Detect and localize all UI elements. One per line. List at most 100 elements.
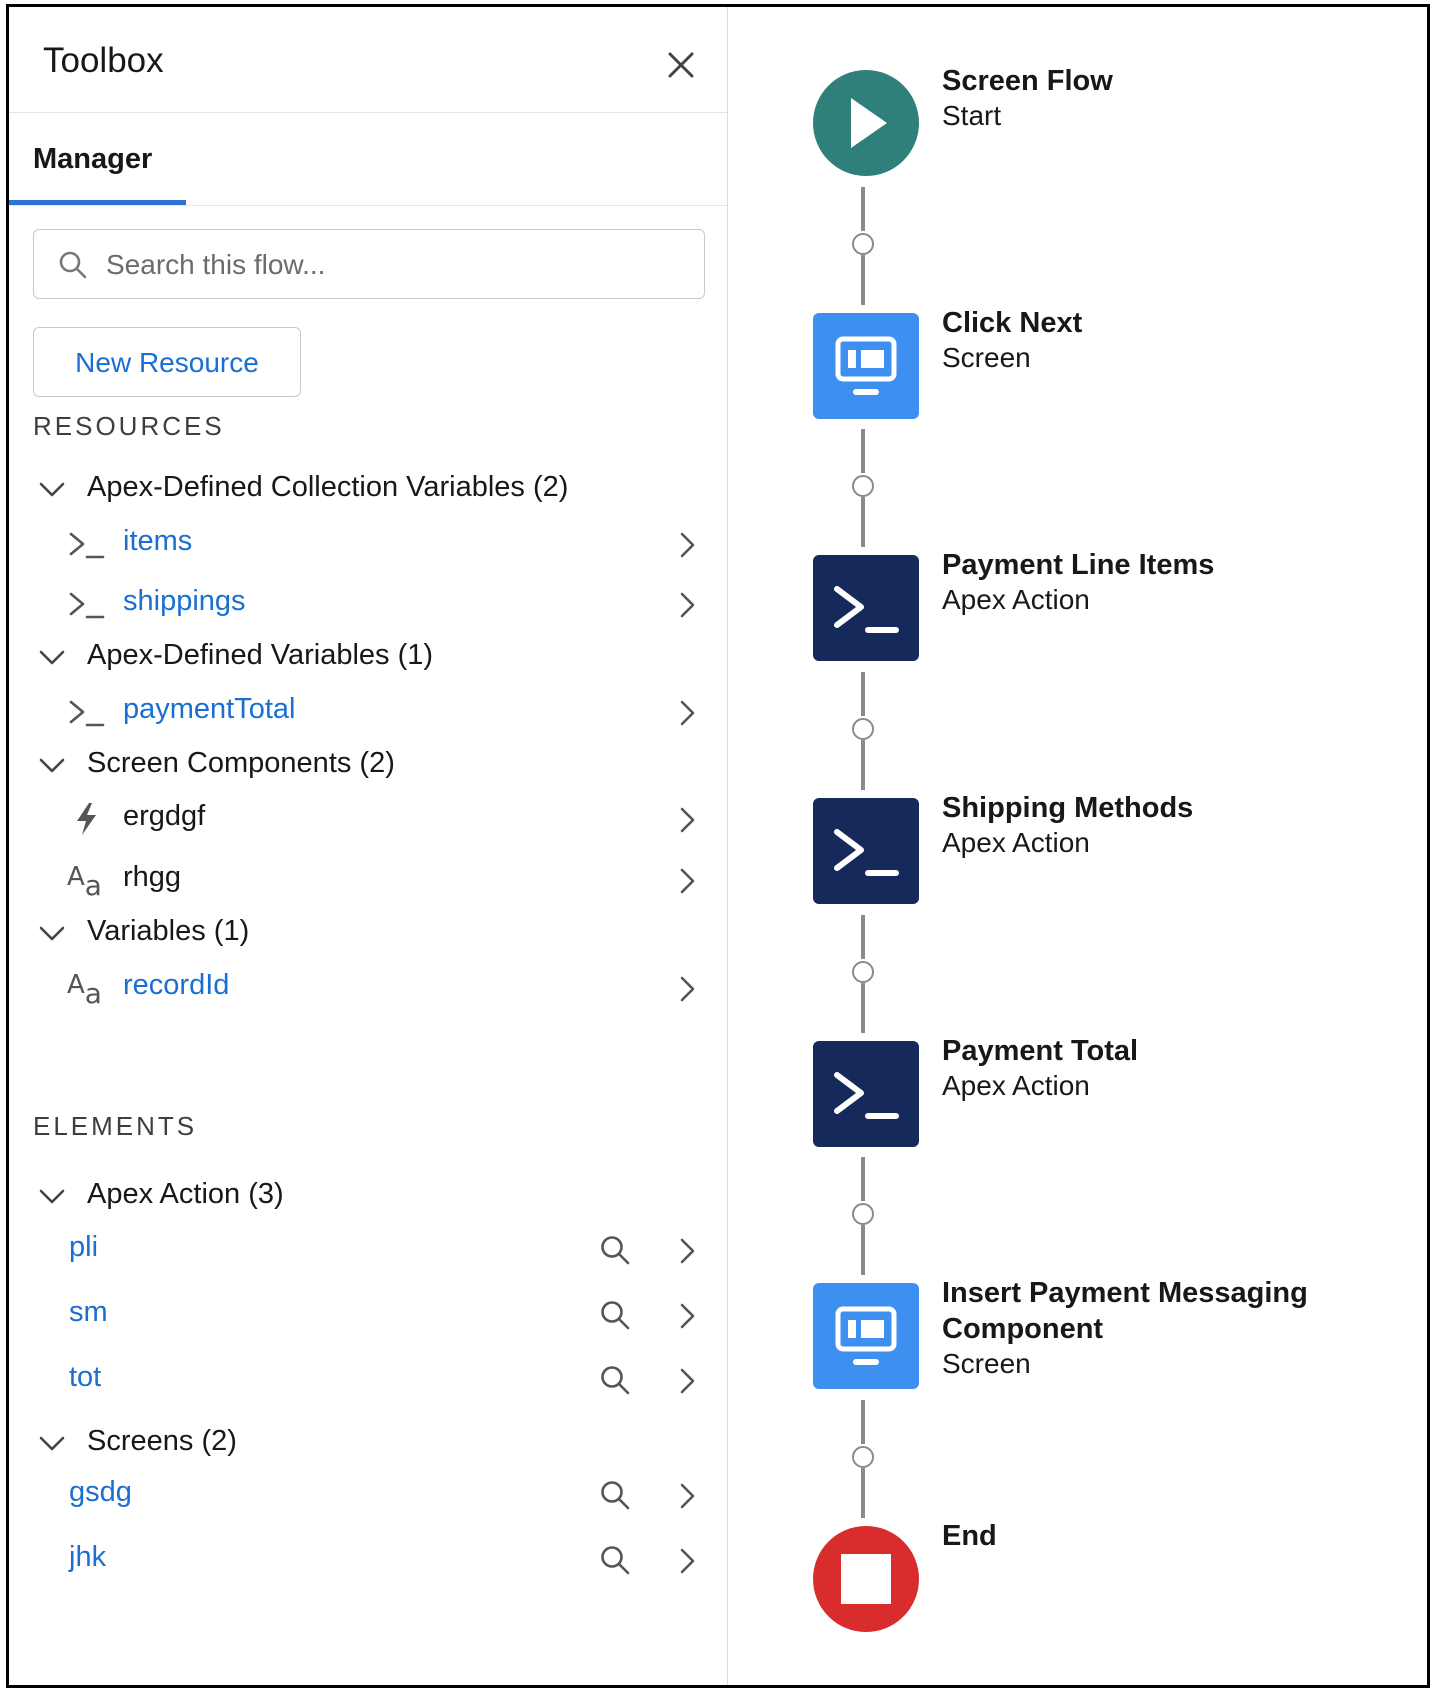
- add-element-connector[interactable]: [852, 718, 874, 740]
- screen-node-click-next[interactable]: [813, 313, 919, 419]
- resource-item-shippings[interactable]: shippings: [9, 574, 727, 634]
- element-group-screens[interactable]: Screens (2): [9, 1413, 727, 1473]
- element-item-label[interactable]: jhk: [69, 1541, 106, 1574]
- resource-group-screen-components[interactable]: Screen Components (2): [9, 735, 727, 795]
- search-icon[interactable]: [599, 1364, 631, 1396]
- chevron-right-icon[interactable]: [675, 1236, 699, 1266]
- element-item-pli[interactable]: pli: [9, 1220, 727, 1280]
- chevron-right-icon[interactable]: [675, 1366, 699, 1396]
- connector-line: [861, 740, 865, 790]
- apex-node-shipping-methods[interactable]: [813, 798, 919, 904]
- search-icon[interactable]: [599, 1479, 631, 1511]
- apex-node-payment-line-items[interactable]: [813, 555, 919, 661]
- text-aa-icon: Aa: [67, 970, 102, 1010]
- chevron-right-icon[interactable]: [675, 1301, 699, 1331]
- group-label: Apex-Defined Variables (1): [87, 639, 434, 671]
- tab-manager[interactable]: Manager: [9, 113, 186, 205]
- resource-item-recordid[interactable]: Aa recordId: [9, 958, 727, 1018]
- chevron-down-icon: [39, 1436, 65, 1451]
- chevron-right-icon[interactable]: [675, 590, 699, 620]
- new-resource-button[interactable]: New Resource: [33, 327, 301, 397]
- element-item-label[interactable]: pli: [69, 1231, 98, 1264]
- element-item-jhk[interactable]: jhk: [9, 1530, 727, 1590]
- end-node[interactable]: [813, 1526, 919, 1632]
- apex-node-text: Payment Total Apex Action: [942, 1033, 1382, 1103]
- chevron-right-icon[interactable]: [675, 1481, 699, 1511]
- resource-item-ergdgf[interactable]: ergdgf: [9, 789, 727, 849]
- chevron-down-icon: [39, 650, 65, 665]
- toolbox-title: Toolbox: [43, 41, 164, 80]
- resource-group-apex-variables[interactable]: Apex-Defined Variables (1): [9, 627, 727, 687]
- search-icon[interactable]: [599, 1544, 631, 1576]
- resource-item-label[interactable]: shippings: [123, 585, 246, 618]
- element-item-label[interactable]: sm: [69, 1296, 108, 1329]
- resource-group-apex-collection[interactable]: Apex-Defined Collection Variables (2): [9, 459, 727, 519]
- search-icon[interactable]: [599, 1234, 631, 1266]
- search-box[interactable]: [33, 229, 705, 299]
- apex-icon: [834, 586, 899, 633]
- resource-group-variables[interactable]: Variables (1): [9, 903, 727, 963]
- connector-line: [861, 672, 865, 716]
- element-item-label[interactable]: tot: [69, 1361, 101, 1394]
- node-title: Shipping Methods: [942, 792, 1194, 824]
- node-type: Apex Action: [942, 1070, 1090, 1101]
- connector-line: [861, 255, 865, 305]
- element-item-gsdg[interactable]: gsdg: [9, 1465, 727, 1525]
- toolbox-tabs: Manager: [9, 113, 727, 206]
- resource-item-items[interactable]: items: [9, 514, 727, 574]
- node-title: Click Next: [942, 307, 1083, 339]
- element-item-label[interactable]: gsdg: [69, 1476, 132, 1509]
- tab-manager-label: Manager: [33, 143, 153, 175]
- apex-node-payment-total[interactable]: [813, 1041, 919, 1147]
- node-type: Screen: [942, 342, 1031, 373]
- apex-node-text: Payment Line Items Apex Action: [942, 547, 1382, 617]
- close-icon[interactable]: [663, 47, 699, 83]
- resource-item-label[interactable]: ergdgf: [123, 800, 205, 833]
- connector-line: [861, 1157, 865, 1201]
- element-item-tot[interactable]: tot: [9, 1350, 727, 1410]
- apex-variable-icon: [69, 532, 105, 559]
- connector-line: [861, 187, 865, 231]
- add-element-connector[interactable]: [852, 1446, 874, 1468]
- node-title: Payment Total: [942, 1035, 1139, 1067]
- chevron-right-icon[interactable]: [675, 1546, 699, 1576]
- resource-item-label[interactable]: recordId: [123, 969, 229, 1002]
- group-label: Apex Action (3): [87, 1178, 284, 1210]
- element-item-sm[interactable]: sm: [9, 1285, 727, 1345]
- element-group-apex-action[interactable]: Apex Action (3): [9, 1166, 727, 1226]
- node-type: Start: [942, 100, 1002, 131]
- chevron-right-icon[interactable]: [675, 530, 699, 560]
- chevron-down-icon: [39, 482, 65, 497]
- chevron-right-icon[interactable]: [675, 805, 699, 835]
- node-title: End: [942, 1520, 997, 1552]
- node-title: Insert Payment Messaging Component: [942, 1277, 1308, 1345]
- connector-line: [861, 429, 865, 473]
- resources-heading: RESOURCES: [33, 411, 225, 441]
- apex-icon: [834, 1072, 899, 1119]
- add-element-connector[interactable]: [852, 475, 874, 497]
- resource-item-label[interactable]: paymentTotal: [123, 693, 296, 726]
- chevron-down-icon: [39, 758, 65, 773]
- search-input[interactable]: [104, 242, 688, 288]
- add-element-connector[interactable]: [852, 233, 874, 255]
- add-element-connector[interactable]: [852, 1203, 874, 1225]
- node-title: Payment Line Items: [942, 549, 1215, 581]
- search-icon[interactable]: [599, 1299, 631, 1331]
- chevron-right-icon[interactable]: [675, 974, 699, 1004]
- screen-icon: [835, 336, 897, 395]
- connector-line: [861, 1225, 865, 1275]
- add-element-connector[interactable]: [852, 961, 874, 983]
- chevron-right-icon[interactable]: [675, 698, 699, 728]
- apex-variable-icon: [69, 592, 105, 619]
- screen-node-insert-payment[interactable]: [813, 1283, 919, 1389]
- resource-item-label[interactable]: rhgg: [123, 861, 181, 894]
- resource-item-label[interactable]: items: [123, 525, 192, 558]
- flow-builder-frame: Toolbox Manager New Resource RESOURCES A…: [6, 4, 1430, 1688]
- search-icon: [59, 251, 87, 279]
- resource-item-paymenttotal[interactable]: paymentTotal: [9, 682, 727, 742]
- resource-item-rhgg[interactable]: Aa rhgg: [9, 850, 727, 910]
- chevron-right-icon[interactable]: [675, 866, 699, 896]
- start-node[interactable]: [813, 70, 919, 176]
- screen-icon: [835, 1306, 897, 1365]
- apex-node-text: Shipping Methods Apex Action: [942, 790, 1382, 860]
